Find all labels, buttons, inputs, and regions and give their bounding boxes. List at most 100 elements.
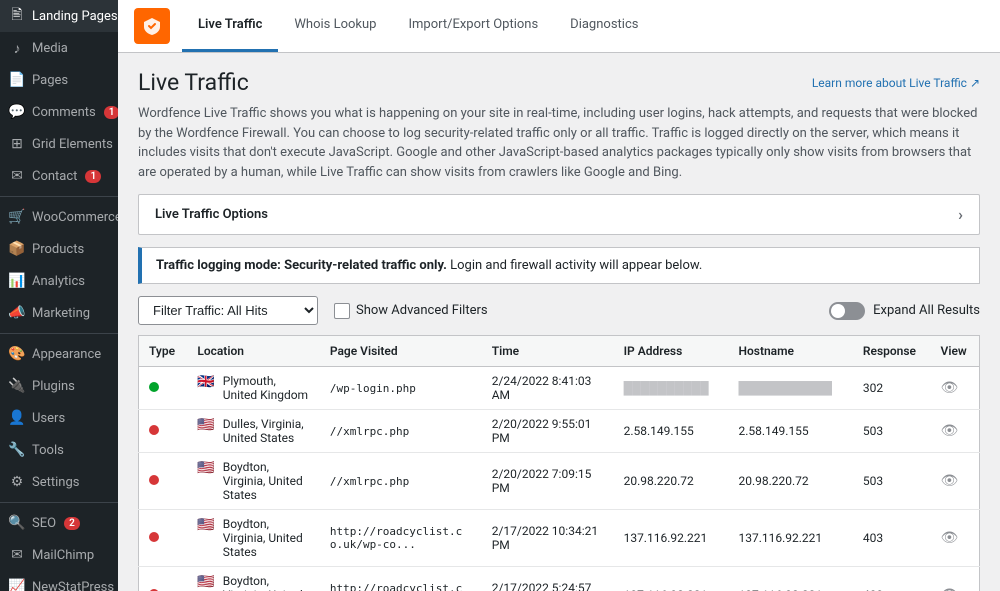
- row-type-4: [139, 567, 188, 591]
- view-eye-icon-1[interactable]: 👁: [941, 423, 959, 439]
- row-ip-2: 20.98.220.72: [614, 453, 729, 510]
- sidebar-separator-2: [0, 333, 118, 334]
- analytics-icon: 📊: [8, 272, 26, 290]
- row-ip-0: ██████████: [614, 367, 729, 410]
- status-dot-1: [149, 425, 159, 435]
- sidebar-item-landing-pages[interactable]: 🖹 Landing Pages: [0, 0, 118, 32]
- row-ip-3: 137.116.92.221: [614, 510, 729, 567]
- row-view-4[interactable]: 👁: [931, 567, 980, 591]
- row-hostname-0: ███████████: [728, 367, 852, 410]
- sidebar-item-settings[interactable]: ⚙ Settings: [0, 466, 118, 498]
- sidebar-item-analytics[interactable]: 📊 Analytics: [0, 265, 118, 297]
- row-time-1: 2/20/2022 9:55:01 PM: [482, 410, 614, 453]
- table-row: 🇺🇸 Boydton, Virginia, United States http…: [139, 510, 980, 567]
- sidebar-item-grid-elements[interactable]: ⊞ Grid Elements: [0, 128, 118, 160]
- row-hostname-4: 137.116.92.221: [728, 567, 852, 591]
- sidebar-item-mailchimp[interactable]: ✉ MailChimp: [0, 539, 118, 571]
- row-view-1[interactable]: 👁: [931, 410, 980, 453]
- sidebar-item-contact[interactable]: ✉ Contact 1: [0, 160, 118, 192]
- sidebar-item-tools[interactable]: 🔧 Tools: [0, 434, 118, 466]
- page-description: Wordfence Live Traffic shows you what is…: [138, 104, 980, 182]
- sidebar-item-woocommerce[interactable]: 🛒 WooCommerce: [0, 201, 118, 233]
- sidebar-item-comments[interactable]: 💬 Comments 1: [0, 96, 118, 128]
- plugins-icon: 🔌: [8, 377, 26, 395]
- row-time-2: 2/20/2022 7:09:15 PM: [482, 453, 614, 510]
- learn-more-link[interactable]: Learn more about Live Traffic ↗: [812, 76, 980, 90]
- options-header[interactable]: Live Traffic Options ›: [139, 195, 979, 234]
- notice-rest: Login and firewall activity will appear …: [450, 258, 702, 273]
- sidebar-item-seo[interactable]: 🔍 SEO 2: [0, 507, 118, 539]
- sidebar-item-products[interactable]: 📦 Products: [0, 233, 118, 265]
- row-response-4: 403: [853, 567, 931, 591]
- flag-icon-3: 🇺🇸: [197, 517, 214, 533]
- show-advanced-filters-checkbox[interactable]: [334, 303, 350, 319]
- content-area: Live Traffic Learn more about Live Traff…: [118, 53, 1000, 591]
- row-page-0: /wp-login.php: [320, 367, 482, 410]
- row-time-4: 2/17/2022 5:24:57 PM: [482, 567, 614, 591]
- row-location-4: 🇺🇸 Boydton, Virginia, United States: [187, 567, 320, 591]
- view-eye-icon-4[interactable]: 👁: [941, 587, 959, 591]
- grid-elements-icon: ⊞: [8, 135, 26, 153]
- media-icon: ♪: [8, 39, 26, 57]
- sidebar-separator-1: [0, 196, 118, 197]
- tab-import-export[interactable]: Import/Export Options: [392, 0, 554, 52]
- row-type-3: [139, 510, 188, 567]
- show-advanced-filters-label[interactable]: Show Advanced Filters: [334, 303, 488, 319]
- row-view-0[interactable]: 👁: [931, 367, 980, 410]
- row-type-0: [139, 367, 188, 410]
- expand-toggle-switch[interactable]: [829, 302, 865, 320]
- sidebar-item-appearance[interactable]: 🎨 Appearance: [0, 338, 118, 370]
- row-time-3: 2/17/2022 10:34:21 PM: [482, 510, 614, 567]
- row-location-1: 🇺🇸 Dulles, Virginia, United States: [187, 410, 320, 453]
- sidebar-item-marketing[interactable]: 📣 Marketing: [0, 297, 118, 329]
- row-ip-1: 2.58.149.155: [614, 410, 729, 453]
- sidebar-item-pages[interactable]: 📄 Pages: [0, 64, 118, 96]
- row-view-2[interactable]: 👁: [931, 453, 980, 510]
- row-hostname-3: 137.116.92.221: [728, 510, 852, 567]
- sidebar-item-plugins[interactable]: 🔌 Plugins: [0, 370, 118, 402]
- view-eye-icon-3[interactable]: 👁: [941, 530, 959, 546]
- sidebar-item-users[interactable]: 👤 Users: [0, 402, 118, 434]
- traffic-notice: Traffic logging mode: Security-related t…: [138, 247, 980, 284]
- landing-pages-icon: 🖹: [8, 7, 26, 25]
- row-location-3: 🇺🇸 Boydton, Virginia, United States: [187, 510, 320, 567]
- view-eye-icon-2[interactable]: 👁: [941, 473, 959, 489]
- table-header-row: Type Location Page Visited Time IP Addre…: [139, 336, 980, 367]
- row-type-1: [139, 410, 188, 453]
- products-icon: 📦: [8, 240, 26, 258]
- chevron-right-icon: ›: [958, 205, 963, 224]
- col-header-ip: IP Address: [614, 336, 729, 367]
- row-page-1: //xmlrpc.php: [320, 410, 482, 453]
- sidebar-item-newstatpress[interactable]: 📈 NewStatPress: [0, 571, 118, 591]
- newstatpress-icon: 📈: [8, 578, 26, 591]
- comments-badge: 1: [104, 106, 118, 119]
- col-header-location: Location: [187, 336, 320, 367]
- mailchimp-icon: ✉: [8, 546, 26, 564]
- tab-live-traffic[interactable]: Live Traffic: [182, 0, 278, 52]
- sidebar-item-media[interactable]: ♪ Media: [0, 32, 118, 64]
- options-title: Live Traffic Options: [155, 207, 268, 222]
- col-header-time: Time: [482, 336, 614, 367]
- main-content: Live Traffic Whois Lookup Import/Export …: [118, 0, 1000, 591]
- row-type-2: [139, 453, 188, 510]
- flag-icon-2: 🇺🇸: [197, 460, 214, 476]
- flag-icon-1: 🇺🇸: [197, 417, 214, 433]
- tab-diagnostics[interactable]: Diagnostics: [554, 0, 654, 52]
- seo-badge: 2: [64, 517, 80, 530]
- sidebar: 🖹 Landing Pages ♪ Media 📄 Pages 💬 Commen…: [0, 0, 118, 591]
- table-row: 🇺🇸 Boydton, Virginia, United States http…: [139, 567, 980, 591]
- row-response-1: 503: [853, 410, 931, 453]
- options-accordion: Live Traffic Options ›: [138, 194, 980, 235]
- view-eye-icon-0[interactable]: 👁: [941, 380, 959, 396]
- comments-icon: 💬: [8, 103, 26, 121]
- row-hostname-2: 20.98.220.72: [728, 453, 852, 510]
- filter-bar: Filter Traffic: All Hits Show Advanced F…: [138, 296, 980, 325]
- row-view-3[interactable]: 👁: [931, 510, 980, 567]
- tab-whois-lookup[interactable]: Whois Lookup: [278, 0, 392, 52]
- filter-traffic-select[interactable]: Filter Traffic: All Hits: [138, 296, 318, 325]
- expand-all-toggle[interactable]: Expand All Results: [829, 302, 980, 320]
- contact-icon: ✉: [8, 167, 26, 185]
- seo-icon: 🔍: [8, 514, 26, 532]
- tools-icon: 🔧: [8, 441, 26, 459]
- sidebar-separator-3: [0, 502, 118, 503]
